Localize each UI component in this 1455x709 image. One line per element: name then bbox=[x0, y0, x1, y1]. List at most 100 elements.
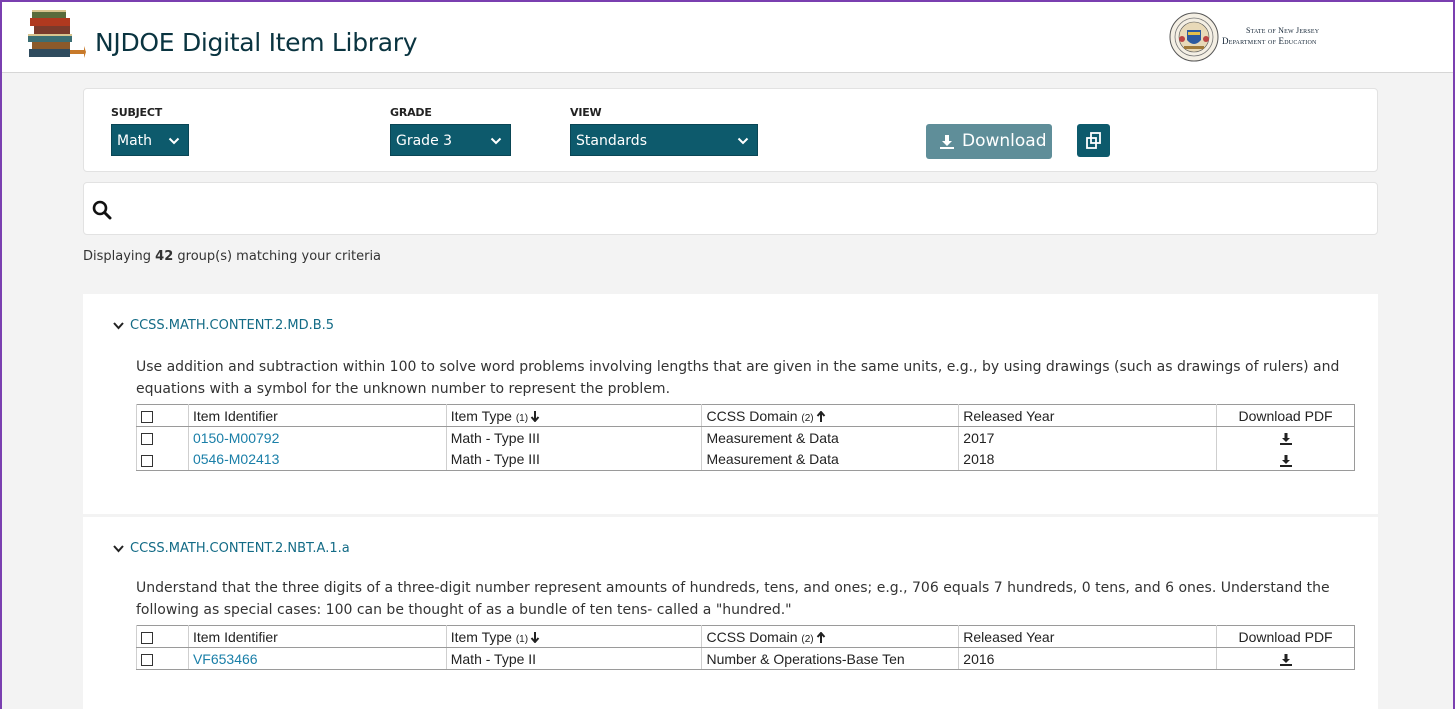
chevron-down-icon bbox=[737, 137, 749, 145]
header-ccss-domain[interactable]: CCSS Domain (2) bbox=[701, 625, 959, 648]
standard-description: Use addition and subtraction within 100 … bbox=[136, 359, 1340, 397]
chevron-down-icon bbox=[113, 322, 124, 330]
ccss-domain-cell: Measurement & Data bbox=[701, 448, 959, 471]
copy-link-button[interactable] bbox=[1077, 124, 1110, 157]
subject-label: SUBJECT bbox=[111, 106, 163, 119]
item-identifier-link[interactable]: 0150-M00792 bbox=[193, 430, 279, 446]
chevron-down-icon bbox=[168, 137, 180, 145]
search-bar[interactable] bbox=[83, 182, 1378, 235]
item-identifier-link[interactable]: VF653466 bbox=[193, 651, 258, 667]
results-count: 42 bbox=[155, 249, 174, 264]
grade-select-value: Grade 3 bbox=[396, 133, 453, 149]
ccss-domain-cell: Number & Operations-Base Ten bbox=[701, 647, 959, 670]
header-ccss-domain-label: CCSS Domain bbox=[706, 628, 802, 645]
results-suffix: group(s) matching your criteria bbox=[173, 249, 382, 264]
select-all-cell bbox=[136, 625, 189, 648]
standard-code-link[interactable]: CCSS.MATH.CONTENT.2.NBT.A.1.a bbox=[113, 541, 350, 556]
row-checkbox[interactable] bbox=[141, 433, 153, 446]
group-toggle[interactable]: CCSS.MATH.CONTENT.2.MD.B.5 bbox=[113, 318, 334, 333]
ccss-domain-cell: Measurement & Data bbox=[701, 426, 959, 449]
table-row: 0546-M02413 Math - Type III Measurement … bbox=[136, 448, 1355, 471]
download-pdf-icon[interactable] bbox=[1279, 454, 1292, 467]
arrow-up-icon bbox=[816, 631, 825, 643]
header-download-pdf: Download PDF bbox=[1216, 404, 1355, 427]
app-title: NJDOE Digital Item Library bbox=[95, 28, 418, 57]
select-all-checkbox[interactable] bbox=[141, 631, 153, 644]
arrow-down-icon bbox=[530, 631, 540, 643]
released-year-cell: 2017 bbox=[958, 426, 1217, 449]
sort-order-label: (1) bbox=[515, 633, 529, 645]
header-item-identifier[interactable]: Item Identifier bbox=[187, 625, 447, 648]
download-pdf-icon[interactable] bbox=[1279, 653, 1292, 666]
filter-bar: SUBJECT Math GRADE Grade 3 VIEW Standard… bbox=[83, 88, 1378, 172]
group-toggle[interactable]: CCSS.MATH.CONTENT.2.NBT.A.1.a bbox=[113, 541, 350, 556]
department-name: Department of Education bbox=[1222, 36, 1317, 46]
view-select[interactable]: Standards bbox=[570, 124, 758, 156]
download-icon bbox=[940, 135, 954, 149]
grade-select[interactable]: Grade 3 bbox=[390, 124, 511, 156]
subject-select-value: Math bbox=[117, 133, 153, 149]
item-identifier-link[interactable]: 0546-M02413 bbox=[193, 451, 279, 467]
header-item-type[interactable]: Item Type (1) bbox=[445, 404, 702, 427]
header-item-type-label: Item Type bbox=[450, 628, 516, 645]
row-checkbox-cell bbox=[136, 647, 189, 670]
row-checkbox[interactable] bbox=[141, 454, 153, 467]
arrow-up-icon bbox=[816, 410, 825, 422]
header-ccss-domain[interactable]: CCSS Domain (2) bbox=[701, 404, 959, 427]
chevron-down-icon bbox=[490, 137, 502, 145]
results-prefix: Displaying bbox=[83, 249, 156, 264]
row-checkbox[interactable] bbox=[141, 653, 153, 666]
table-header-row: Item Identifier Item Type (1) CCSS Domai… bbox=[136, 625, 1355, 648]
header-ccss-domain-label: CCSS Domain bbox=[706, 407, 802, 424]
state-name: State of New Jersey bbox=[1246, 26, 1320, 35]
grade-label: GRADE bbox=[390, 106, 432, 119]
table-row: VF653466 Math - Type II Number & Operati… bbox=[136, 647, 1355, 670]
released-year-cell: 2018 bbox=[958, 448, 1217, 471]
item-type-cell: Math - Type III bbox=[445, 426, 702, 449]
app-header: NJDOE Digital Item Library State of New … bbox=[2, 2, 1453, 73]
item-identifier-cell: 0546-M02413 bbox=[187, 448, 447, 471]
released-year-cell: 2016 bbox=[958, 647, 1217, 670]
standard-code-link[interactable]: CCSS.MATH.CONTENT.2.MD.B.5 bbox=[113, 318, 334, 333]
standard-description: Understand that the three digits of a th… bbox=[136, 580, 1330, 618]
row-checkbox-cell bbox=[136, 448, 189, 471]
item-type-cell: Math - Type II bbox=[445, 647, 702, 670]
header-download-pdf: Download PDF bbox=[1216, 625, 1355, 648]
table-row: 0150-M00792 Math - Type III Measurement … bbox=[136, 426, 1355, 449]
sort-order-label: (2) bbox=[801, 633, 814, 645]
items-table: Item Identifier Item Type (1) CCSS Domai… bbox=[136, 625, 1355, 670]
download-pdf-cell bbox=[1216, 426, 1355, 449]
state-department-label: State of New Jersey Department of Educat… bbox=[1222, 26, 1362, 46]
select-all-checkbox[interactable] bbox=[141, 410, 153, 423]
sort-order-label: (1) bbox=[515, 412, 529, 424]
header-released-year[interactable]: Released Year bbox=[958, 404, 1217, 427]
standard-group: CCSS.MATH.CONTENT.2.MD.B.5 Use addition … bbox=[83, 294, 1378, 514]
header-item-identifier[interactable]: Item Identifier bbox=[187, 404, 447, 427]
item-identifier-cell: 0150-M00792 bbox=[187, 426, 447, 449]
download-pdf-cell bbox=[1216, 647, 1355, 670]
header-item-type-label: Item Type bbox=[450, 407, 516, 424]
items-table: Item Identifier Item Type (1) CCSS Domai… bbox=[136, 404, 1355, 471]
books-logo-icon bbox=[28, 10, 86, 58]
item-type-cell: Math - Type III bbox=[445, 448, 702, 471]
nj-state-seal-icon bbox=[1169, 12, 1219, 62]
item-identifier-cell: VF653466 bbox=[187, 647, 447, 670]
download-pdf-icon[interactable] bbox=[1279, 433, 1292, 446]
view-label: VIEW bbox=[570, 106, 602, 119]
table-header-row: Item Identifier Item Type (1) CCSS Domai… bbox=[136, 404, 1355, 427]
subject-select[interactable]: Math bbox=[111, 124, 189, 156]
search-icon bbox=[92, 200, 112, 220]
row-checkbox-cell bbox=[136, 426, 189, 449]
results-count-text: Displaying 42 group(s) matching your cri… bbox=[83, 249, 381, 264]
select-all-cell bbox=[136, 404, 189, 427]
download-pdf-cell bbox=[1216, 448, 1355, 471]
chevron-down-icon bbox=[113, 545, 124, 553]
standard-group: CCSS.MATH.CONTENT.2.NBT.A.1.a Understand… bbox=[83, 517, 1378, 709]
copy-icon bbox=[1086, 132, 1101, 149]
header-item-type[interactable]: Item Type (1) bbox=[445, 625, 702, 648]
download-button[interactable]: Download bbox=[926, 124, 1052, 159]
download-button-label: Download bbox=[962, 131, 1047, 151]
header-released-year[interactable]: Released Year bbox=[958, 625, 1217, 648]
sort-order-label: (2) bbox=[801, 412, 814, 424]
view-select-value: Standards bbox=[576, 133, 647, 149]
